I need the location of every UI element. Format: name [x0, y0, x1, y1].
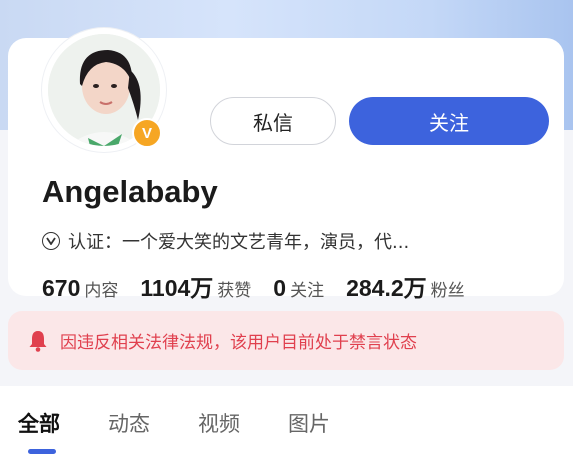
stat-value: 284.2万 — [346, 275, 427, 301]
stat-value: 1104万 — [140, 275, 214, 301]
ban-notice-text: 因违反相关法律法规，该用户目前处于禁言状态 — [60, 333, 417, 353]
active-tab-indicator — [28, 449, 56, 454]
stat-label: 内容 — [84, 281, 119, 301]
tab-images[interactable]: 图片 — [288, 408, 330, 438]
stat-likes[interactable]: 1104万 获赞 — [140, 269, 251, 303]
stat-label: 获赞 — [217, 281, 252, 301]
stat-content[interactable]: 670 内容 — [42, 275, 118, 302]
follow-button[interactable]: 关注 — [349, 97, 549, 145]
tab-all[interactable]: 全部 — [18, 408, 60, 438]
verification-text: 一个爱大笑的文艺青年，演员，代... — [122, 232, 410, 253]
stat-label: 粉丝 — [430, 281, 465, 301]
tab-posts[interactable]: 动态 — [108, 408, 150, 438]
profile-card: V 私信 关注 Angelababy 认证： 一个爱大笑的文艺青年，演员，代..… — [8, 28, 564, 301]
stat-following[interactable]: 0 关注 — [273, 275, 324, 302]
verification-line: 认证： 一个爱大笑的文艺青年，演员，代... — [42, 228, 409, 254]
private-message-button[interactable]: 私信 — [210, 97, 336, 145]
stat-value: 0 — [273, 275, 287, 301]
stat-value: 670 — [42, 275, 81, 301]
stat-label: 关注 — [290, 281, 325, 301]
profile-stats: 670 内容 1104万 获赞 0 关注 284.2万 粉丝 — [42, 269, 465, 303]
content-tabs: 全部 动态 视频 图片 — [0, 386, 573, 463]
stat-followers[interactable]: 284.2万 粉丝 — [346, 269, 465, 303]
verification-prefix: 认证： — [68, 232, 122, 253]
profile-name: Angelababy — [42, 174, 218, 209]
verified-check-icon — [42, 232, 60, 250]
verified-badge-icon: V — [132, 118, 162, 148]
bell-icon — [28, 330, 48, 352]
tab-videos[interactable]: 视频 — [198, 408, 240, 438]
ban-notice: 因违反相关法律法规，该用户目前处于禁言状态 — [8, 311, 564, 370]
